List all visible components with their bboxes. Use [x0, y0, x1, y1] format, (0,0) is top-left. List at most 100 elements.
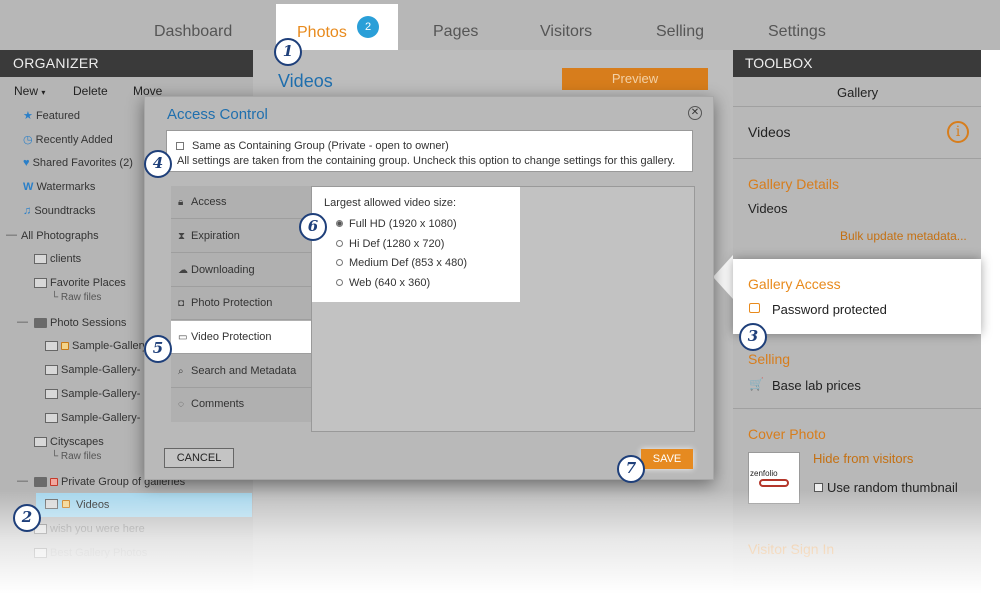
soundtracks-label: Soundtracks — [34, 205, 96, 217]
tab-expiration[interactable]: ⧗ Expiration — [171, 220, 311, 253]
lock-icon — [61, 342, 69, 351]
same-as-group-checkbox[interactable] — [176, 142, 184, 150]
organizer-item-featured[interactable]: ★ Featured — [23, 109, 80, 122]
close-icon[interactable]: ✕ — [688, 106, 702, 120]
radio-web[interactable]: Web (640 x 360) — [336, 277, 430, 289]
info-icon[interactable]: i — [947, 121, 969, 143]
wish-label: wish you were here — [50, 523, 145, 535]
same-as-group-label: Same as Containing Group (Private - open… — [192, 140, 449, 152]
gallery-access-heading[interactable]: Gallery Access — [748, 276, 841, 292]
organizer-item-clients[interactable]: clients — [34, 253, 81, 265]
videos-label: Videos — [76, 499, 110, 511]
tab-comments[interactable]: ◌ Comments — [171, 388, 311, 421]
callout-3: 3 — [739, 323, 767, 351]
photo-sessions-label: Photo Sessions — [50, 317, 127, 329]
organizer-item-sample-gallery-3[interactable]: Sample-Gallery- — [45, 388, 140, 400]
cancel-button[interactable]: CANCEL — [164, 448, 234, 468]
organizer-item-shared-favorites[interactable]: ♥ Shared Favorites (2) — [23, 157, 133, 169]
organizer-item-all-photographs[interactable]: All Photographs — [21, 230, 99, 242]
collapse-icon[interactable]: — — [17, 475, 28, 487]
gallery-access-panel[interactable]: Gallery Access Password protected — [733, 259, 981, 334]
bulk-update-link[interactable]: Bulk update metadata... — [840, 229, 967, 243]
raw-files-link[interactable]: └ Raw files — [51, 292, 101, 303]
random-thumbnail-checkbox[interactable] — [814, 483, 823, 492]
radio-label: Web (640 x 360) — [349, 277, 431, 289]
access-control-dialog: Access Control ✕ Same as Containing Grou… — [144, 96, 714, 480]
organizer-item-soundtracks[interactable]: ♫ Soundtracks — [23, 205, 95, 217]
raw-files-link[interactable]: └ Raw files — [51, 451, 101, 462]
delete-button[interactable]: Delete — [73, 84, 108, 98]
gallery-icon — [45, 389, 58, 400]
organizer-item-sample-gallery-4[interactable]: Sample-Gallery- — [45, 412, 140, 424]
divider — [733, 106, 981, 107]
search-icon: ⌕ — [178, 366, 184, 377]
radio-label: Full HD (1920 x 1080) — [349, 218, 457, 230]
nav-dashboard[interactable]: Dashboard — [154, 23, 232, 41]
organizer-item-sample-gallery-1[interactable]: Sample-Gallery — [45, 340, 148, 352]
organizer-item-recently-added[interactable]: ◷ Recently Added — [23, 133, 113, 146]
collapse-icon[interactable]: — — [6, 229, 17, 241]
tab-video-protection[interactable]: ▭ Video Protection — [171, 321, 311, 354]
hide-from-visitors-link[interactable]: Hide from visitors — [813, 451, 913, 466]
radio-icon — [336, 258, 343, 266]
organizer-item-favorite-places[interactable]: Favorite Places — [34, 277, 126, 289]
radio-hi-def[interactable]: Hi Def (1280 x 720) — [336, 238, 444, 250]
cart-icon: 🛒 — [749, 377, 764, 391]
gallery-icon — [34, 278, 47, 289]
tab-label: Downloading — [191, 264, 255, 276]
radio-medium-def[interactable]: Medium Def (853 x 480) — [336, 257, 467, 269]
organizer-item-photo-sessions[interactable]: Photo Sessions — [34, 317, 126, 329]
clock-icon: ◷ — [23, 134, 33, 146]
sample-gallery-label: Sample-Gallery- — [61, 388, 141, 400]
video-size-title: Largest allowed video size: — [324, 197, 457, 209]
callout-6: 6 — [299, 213, 327, 241]
music-note-icon: ♫ — [23, 205, 32, 217]
organizer-item-videos[interactable]: Videos — [36, 493, 252, 517]
tab-photo-protection[interactable]: ◘ Photo Protection — [171, 287, 311, 320]
nav-selling[interactable]: Selling — [656, 23, 704, 41]
cityscapes-label: Cityscapes — [50, 436, 104, 448]
tab-label: Photo Protection — [191, 297, 273, 309]
visitor-sign-in-heading[interactable]: Visitor Sign In — [748, 541, 834, 557]
save-button[interactable]: SAVE — [641, 449, 693, 469]
best-gallery-label: Best Gallery Photos — [50, 547, 148, 559]
tab-downloading[interactable]: ☁ Downloading — [171, 254, 311, 287]
nav-settings[interactable]: Settings — [768, 23, 826, 41]
divider — [733, 408, 981, 409]
inherit-settings-panel: Same as Containing Group (Private - open… — [166, 130, 693, 172]
recently-added-label: Recently Added — [35, 134, 113, 146]
radio-label: Hi Def (1280 x 720) — [349, 238, 445, 250]
selling-heading[interactable]: Selling — [748, 351, 790, 367]
nav-pages[interactable]: Pages — [433, 23, 478, 41]
star-icon: ★ — [23, 110, 33, 122]
organizer-item-cityscapes[interactable]: Cityscapes — [34, 436, 104, 448]
tab-label: Video Protection — [191, 331, 272, 343]
gallery-details-heading[interactable]: Gallery Details — [748, 176, 839, 192]
camera-icon: ◘ — [178, 298, 185, 309]
nav-visitors[interactable]: Visitors — [540, 23, 592, 41]
gallery-icon — [45, 413, 58, 424]
organizer-item-watermarks[interactable]: W Watermarks — [23, 181, 95, 193]
radio-selected-icon — [336, 219, 343, 227]
radio-full-hd[interactable]: Full HD (1920 x 1080) — [336, 218, 457, 230]
tab-access[interactable]: 🔒︎ Access — [171, 186, 311, 219]
preview-button[interactable]: Preview — [562, 68, 708, 90]
new-button[interactable]: New ▾ — [14, 84, 45, 98]
organizer-item-wish[interactable]: wish you were here — [34, 523, 145, 535]
tab-label: Expiration — [191, 230, 240, 242]
gallery-icon — [45, 499, 58, 509]
tab-search-metadata[interactable]: ⌕ Search and Metadata — [171, 355, 311, 388]
new-label: New — [14, 84, 39, 98]
organizer-item-best-gallery[interactable]: Best Gallery Photos — [34, 547, 147, 559]
page-title: Videos — [278, 71, 333, 91]
lock-icon — [62, 500, 70, 508]
radio-label: Medium Def (853 x 480) — [349, 257, 467, 269]
cover-photo-thumbnail[interactable]: zenfolio — [748, 452, 800, 504]
gallery-icon — [34, 548, 47, 559]
folder-icon — [34, 477, 47, 488]
organizer-item-sample-gallery-2[interactable]: Sample-Gallery- — [45, 364, 140, 376]
cover-photo-heading[interactable]: Cover Photo — [748, 426, 826, 442]
sample-gallery-label: Sample-Gallery — [72, 340, 148, 352]
collapse-icon[interactable]: — — [17, 316, 28, 328]
gallery-details-title: Videos — [748, 201, 788, 216]
